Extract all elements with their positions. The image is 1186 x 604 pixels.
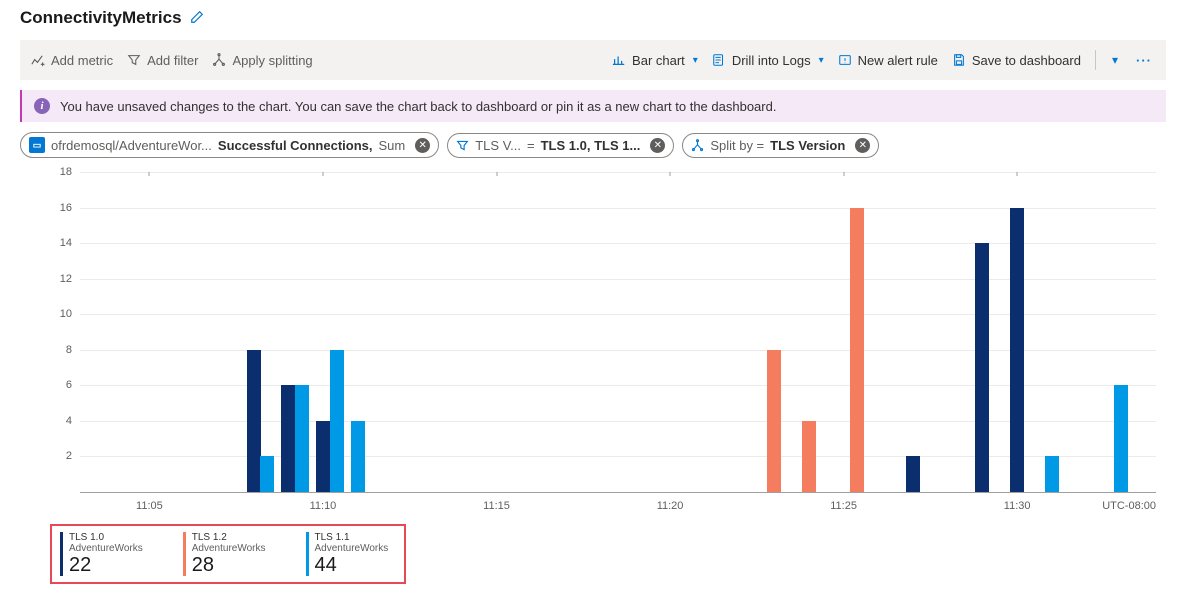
x-tick: 11:10 bbox=[310, 500, 337, 512]
legend-series-sub: AdventureWorks bbox=[69, 543, 143, 554]
y-tick: 4 bbox=[50, 415, 72, 427]
y-tick: 18 bbox=[50, 166, 72, 178]
chevron-down-icon: ▾ bbox=[693, 55, 698, 66]
y-tick: 2 bbox=[50, 450, 72, 462]
legend-series-name: TLS 1.2 bbox=[192, 532, 266, 543]
page-title: ConnectivityMetrics bbox=[20, 8, 182, 28]
legend-item[interactable]: TLS 1.2AdventureWorks28 bbox=[183, 532, 266, 576]
legend-series-value: 28 bbox=[192, 554, 266, 576]
bar-TLS10[interactable] bbox=[316, 421, 330, 492]
bar-TLS12[interactable] bbox=[802, 421, 816, 492]
bar-TLS10[interactable] bbox=[1010, 208, 1024, 492]
y-tick: 14 bbox=[50, 237, 72, 249]
legend-swatch bbox=[183, 532, 186, 576]
bar-chart-icon bbox=[612, 53, 626, 67]
save-dropdown-chevron[interactable]: ▾ bbox=[1112, 53, 1118, 67]
remove-filter-icon[interactable]: ✕ bbox=[650, 138, 665, 153]
bar-TLS11[interactable] bbox=[1045, 456, 1059, 492]
info-icon: i bbox=[34, 98, 50, 114]
bar-TLS11[interactable] bbox=[260, 456, 274, 492]
timezone-label: UTC-08:00 bbox=[1102, 500, 1156, 512]
separator bbox=[1095, 50, 1096, 70]
filter-icon bbox=[456, 139, 469, 152]
legend-item[interactable]: TLS 1.1AdventureWorks44 bbox=[306, 532, 389, 576]
y-tick: 10 bbox=[50, 308, 72, 320]
y-tick: 6 bbox=[50, 379, 72, 391]
bar-TLS11[interactable] bbox=[330, 350, 344, 492]
legend-series-sub: AdventureWorks bbox=[192, 543, 266, 554]
save-to-dashboard-button[interactable]: Save to dashboard bbox=[952, 53, 1081, 68]
chart-type-dropdown[interactable]: Bar chart ▾ bbox=[612, 53, 698, 68]
remove-split-icon[interactable]: ✕ bbox=[855, 138, 870, 153]
split-pill[interactable]: Split by = TLS Version ✕ bbox=[682, 133, 879, 158]
new-alert-rule-button[interactable]: New alert rule bbox=[838, 53, 938, 68]
edit-title-icon[interactable] bbox=[190, 10, 204, 27]
bar-TLS11[interactable] bbox=[1114, 385, 1128, 492]
logs-icon bbox=[712, 53, 726, 67]
add-metric-button[interactable]: Add metric bbox=[30, 53, 113, 68]
legend-swatch bbox=[60, 532, 63, 576]
more-menu-button[interactable]: ··· bbox=[1132, 53, 1156, 68]
bar-TLS10[interactable] bbox=[247, 350, 261, 492]
bar-TLS12[interactable] bbox=[767, 350, 781, 492]
legend-series-name: TLS 1.1 bbox=[315, 532, 389, 543]
metrics-chart: 24681012141618 UTC-08:00 11:0511:1011:15… bbox=[50, 172, 1156, 522]
legend-series-name: TLS 1.0 bbox=[69, 532, 143, 543]
chevron-down-icon: ▾ bbox=[819, 55, 824, 66]
y-tick: 8 bbox=[50, 344, 72, 356]
x-tick: 11:20 bbox=[657, 500, 684, 512]
x-tick: 11:15 bbox=[483, 500, 510, 512]
drill-into-logs-button[interactable]: Drill into Logs ▾ bbox=[712, 53, 824, 68]
save-icon bbox=[952, 53, 966, 67]
bar-TLS11[interactable] bbox=[351, 421, 365, 492]
metric-pill[interactable]: ▭ ofrdemosql/AdventureWor... Successful … bbox=[20, 132, 439, 158]
remove-metric-icon[interactable]: ✕ bbox=[415, 138, 430, 153]
filter-pill[interactable]: TLS V... = TLS 1.0, TLS 1... ✕ bbox=[447, 133, 674, 158]
sql-resource-icon: ▭ bbox=[29, 137, 45, 153]
chart-toolbar: Add metric Add filter Apply splitting Ba… bbox=[20, 40, 1166, 80]
bar-TLS11[interactable] bbox=[295, 385, 309, 492]
add-metric-icon bbox=[30, 53, 45, 68]
alert-icon bbox=[838, 53, 852, 67]
split-icon bbox=[691, 139, 704, 152]
banner-text: You have unsaved changes to the chart. Y… bbox=[60, 99, 776, 114]
y-tick: 16 bbox=[50, 202, 72, 214]
x-tick: 11:30 bbox=[1004, 500, 1031, 512]
y-tick: 12 bbox=[50, 273, 72, 285]
legend-series-value: 44 bbox=[315, 554, 389, 576]
bar-TLS10[interactable] bbox=[281, 385, 295, 492]
bar-TLS12[interactable] bbox=[850, 208, 864, 492]
bar-TLS10[interactable] bbox=[975, 243, 989, 492]
legend-series-sub: AdventureWorks bbox=[315, 543, 389, 554]
filter-icon bbox=[127, 53, 141, 67]
legend-highlight-box: TLS 1.0AdventureWorks22TLS 1.2AdventureW… bbox=[50, 524, 406, 584]
x-tick: 11:25 bbox=[830, 500, 857, 512]
split-icon bbox=[212, 53, 226, 67]
metric-pills-row: ▭ ofrdemosql/AdventureWor... Successful … bbox=[20, 132, 1166, 158]
bar-TLS10[interactable] bbox=[906, 456, 920, 492]
x-tick: 11:05 bbox=[136, 500, 163, 512]
apply-splitting-button[interactable]: Apply splitting bbox=[212, 53, 312, 68]
legend-swatch bbox=[306, 532, 309, 576]
legend-item[interactable]: TLS 1.0AdventureWorks22 bbox=[60, 532, 143, 576]
unsaved-changes-banner: i You have unsaved changes to the chart.… bbox=[20, 90, 1166, 122]
add-filter-button[interactable]: Add filter bbox=[127, 53, 198, 68]
legend-series-value: 22 bbox=[69, 554, 143, 576]
